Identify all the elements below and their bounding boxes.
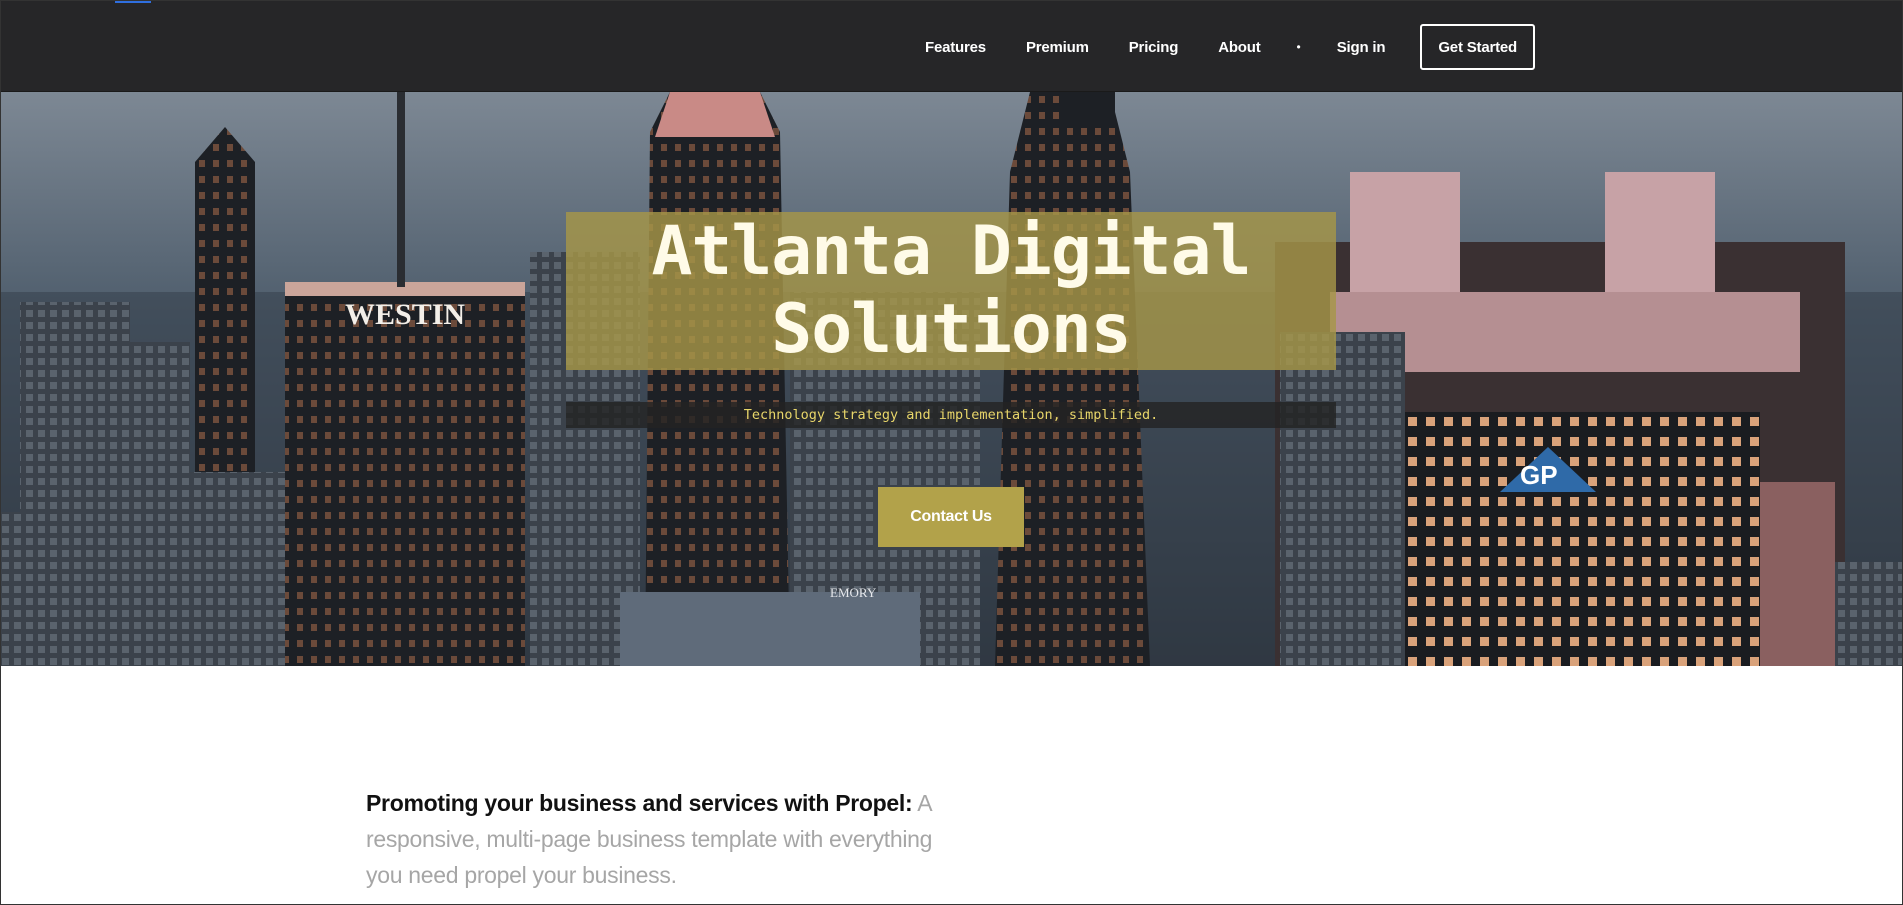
promo-strong-text: Promoting your business and services wit… [366,790,913,816]
nav-features-link[interactable]: Features [925,39,986,56]
nav-premium-link[interactable]: Premium [1026,39,1089,56]
hero-section: WESTIN EMORY GP Atlanta Digital Solution… [0,92,1903,666]
gp-sign: GP [1520,460,1558,490]
nav-about-link[interactable]: About [1218,39,1261,56]
hero-title-line2: Solutions [771,290,1131,369]
hero-subtitle-box: Technology strategy and implementation, … [566,402,1336,428]
get-started-button[interactable]: Get Started [1420,24,1535,70]
hero-title: Atlanta Digital Solutions [651,212,1251,369]
hero-title-line1: Atlanta Digital [651,212,1251,291]
focus-indicator [115,1,151,3]
city-skyline-background: WESTIN EMORY GP [0,92,1903,666]
hero-subtitle: Technology strategy and implementation, … [743,407,1159,423]
top-navbar: Features Premium Pricing About • Sign in… [0,0,1903,92]
nav-links: Features Premium Pricing About • Sign in… [925,1,1535,93]
promo-text: Promoting your business and services wit… [366,785,966,893]
contact-us-button[interactable]: Contact Us [878,487,1024,547]
nav-pricing-link[interactable]: Pricing [1129,39,1179,56]
westin-sign: WESTIN [345,298,465,331]
emory-sign: EMORY [830,585,877,600]
sign-in-link[interactable]: Sign in [1337,39,1386,56]
nav-separator-dot: • [1296,40,1301,54]
hero-title-box: Atlanta Digital Solutions [566,212,1336,370]
